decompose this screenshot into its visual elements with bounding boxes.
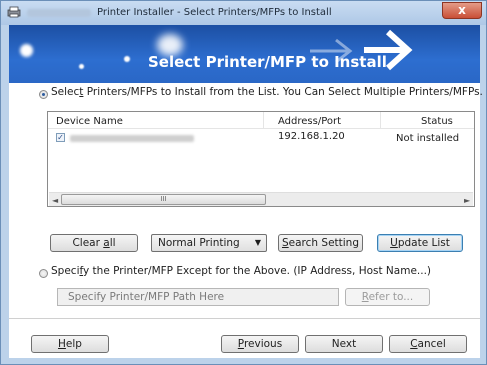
column-divider[interactable]	[263, 112, 264, 128]
column-header-address[interactable]: Address/Port	[278, 116, 341, 127]
header-banner: Select Printer/MFP to Install	[9, 25, 480, 83]
close-button[interactable]: x	[442, 2, 482, 19]
refer-label: efer to...	[368, 291, 414, 303]
update-list-label: pdate List	[397, 237, 450, 249]
refer-mnemonic: R	[361, 291, 369, 303]
device-list[interactable]: Device Name Address/Port Status ✓ 192.16…	[47, 111, 475, 207]
clear-all-button[interactable]: Clear all	[50, 234, 138, 252]
search-setting-label: earch Setting	[288, 237, 359, 249]
cancel-mnemonic: C	[410, 338, 418, 350]
select-label-before: Selec	[51, 86, 80, 98]
title-bar[interactable]: Printer Installer - Select Printers/MFPs…	[1, 1, 486, 25]
clear-all-label-end: ll	[109, 237, 116, 249]
next-button[interactable]: Next	[305, 335, 383, 353]
banner-dot-small	[124, 56, 130, 62]
scroll-left-icon[interactable]: ◄	[52, 196, 58, 205]
installer-window: Printer Installer - Select Printers/MFPs…	[0, 0, 487, 365]
specify-path-label[interactable]: Specify the Printer/MFP Except for the A…	[51, 265, 431, 277]
select-from-list-label[interactable]: Select Printers/MFPs to Install from the…	[51, 86, 483, 98]
column-header-status[interactable]: Status	[421, 116, 453, 127]
title-redacted-text	[27, 9, 91, 17]
specify-path-radio[interactable]	[39, 269, 48, 278]
update-list-mnemonic: U	[390, 237, 398, 249]
window-title: Printer Installer - Select Printers/MFPs…	[97, 7, 332, 18]
previous-label: revious	[243, 338, 283, 350]
help-button[interactable]: Help	[31, 335, 109, 353]
banner-dot-small	[79, 64, 84, 69]
search-setting-button[interactable]: Search Setting	[278, 234, 363, 252]
cancel-button[interactable]: Cancel	[389, 335, 467, 353]
footer-divider	[9, 318, 480, 319]
previous-button[interactable]: Previous	[221, 335, 299, 353]
help-mnemonic: H	[58, 338, 66, 350]
scroll-right-icon[interactable]: ►	[464, 196, 470, 205]
printer-app-icon	[7, 6, 21, 18]
column-divider[interactable]	[380, 112, 381, 128]
printer-path-placeholder: Specify Printer/MFP Path Here	[68, 291, 225, 303]
device-checkbox[interactable]: ✓	[56, 133, 65, 142]
print-mode-value: Normal Printing	[158, 237, 240, 249]
help-label: elp	[65, 338, 82, 350]
content-area: Select Printers/MFPs to Install from the…	[9, 83, 483, 358]
device-address: 192.168.1.20	[278, 131, 345, 142]
specify-label-before: Speci	[51, 265, 80, 277]
cancel-label: ancel	[417, 338, 446, 350]
search-setting-mnemonic: S	[281, 237, 289, 249]
horizontal-scrollbar[interactable]: ◄ III ►	[49, 192, 473, 206]
printer-path-input[interactable]: Specify Printer/MFP Path Here	[57, 288, 339, 306]
next-label: Next	[331, 338, 357, 350]
dropdown-arrow-icon: ▼	[254, 238, 261, 247]
select-label-after: Printers/MFPs to Install from the List. …	[83, 86, 483, 98]
device-status: Not installed	[396, 133, 460, 144]
specify-label-after: y the Printer/MFP Except for the Above. …	[83, 265, 432, 277]
select-from-list-radio[interactable]	[39, 90, 48, 99]
print-mode-select[interactable]: Normal Printing ▼	[151, 234, 267, 252]
scroll-thumb[interactable]: III	[61, 194, 266, 205]
device-name-redacted	[70, 135, 194, 142]
banner-title: Select Printer/MFP to Install	[148, 53, 387, 71]
refer-to-button[interactable]: Refer to...	[345, 288, 430, 306]
clear-all-label: Clear	[72, 237, 104, 249]
header-separator	[48, 128, 474, 129]
update-list-button[interactable]: Update List	[377, 234, 463, 252]
column-header-device-name[interactable]: Device Name	[56, 116, 123, 127]
banner-dot-large	[20, 44, 33, 57]
